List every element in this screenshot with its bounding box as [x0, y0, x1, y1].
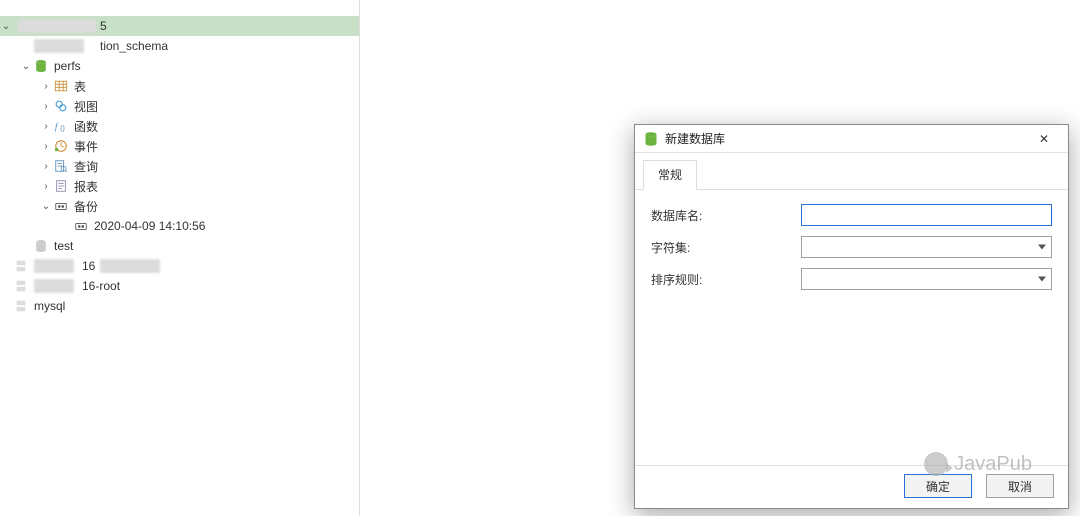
event-icon — [52, 139, 70, 153]
query-icon — [52, 159, 70, 173]
connection-tree-sidebar: ⌄ 5 tion_schema ⌄ perfs › 表 — [0, 0, 360, 516]
database-icon — [643, 131, 659, 147]
expander-icon[interactable]: › — [40, 121, 52, 132]
database-grey-icon — [32, 239, 50, 253]
tree-item-backup[interactable]: ⌄ 备份 — [0, 196, 359, 216]
tree-connection-row-3[interactable]: 16-root — [0, 276, 359, 296]
tree-item-label: perfs — [52, 59, 81, 73]
table-icon — [52, 79, 70, 93]
tree-item-label: 备份 — [72, 198, 98, 215]
svg-text:f: f — [55, 122, 59, 133]
ok-button[interactable]: 确定 — [904, 474, 972, 498]
collation-select[interactable] — [801, 268, 1052, 290]
dialog-body: 数据库名: 字符集: 排序规则: — [635, 190, 1068, 465]
tree-item-label: 报表 — [72, 178, 98, 195]
tree-item-events[interactable]: › 事件 — [0, 136, 359, 156]
expander-icon[interactable]: › — [40, 161, 52, 172]
expander-icon[interactable]: › — [40, 181, 52, 192]
form-row-dbname: 数据库名: — [651, 204, 1052, 226]
database-icon — [32, 59, 50, 73]
tree-item-label: 2020-04-09 14:10:56 — [92, 219, 205, 233]
connection-grey-icon — [12, 279, 30, 293]
tree-connection-row[interactable]: ⌄ 5 — [0, 16, 359, 36]
tree-item-queries[interactable]: › 查询 — [0, 156, 359, 176]
new-database-dialog: 新建数据库 ✕ 常规 数据库名: 字符集: 排序规则: 确定 取消 — [634, 124, 1069, 509]
expander-icon[interactable]: ⌄ — [40, 201, 52, 212]
connection-tree: ⌄ 5 tion_schema ⌄ perfs › 表 — [0, 0, 359, 316]
tree-item-label: mysql — [32, 299, 65, 313]
form-row-collation: 排序规则: — [651, 268, 1052, 290]
tree-item-schema[interactable]: tion_schema — [0, 36, 359, 56]
tree-item-label: 视图 — [72, 98, 98, 115]
view-icon — [52, 99, 70, 113]
db-name-input[interactable] — [801, 204, 1052, 226]
dialog-tabs: 常规 — [635, 153, 1068, 190]
connection-grey-icon — [12, 299, 30, 313]
tree-item-label: 函数 — [72, 118, 98, 135]
tree-item-tables[interactable]: › 表 — [0, 76, 359, 96]
tree-connection-mysql[interactable]: mysql — [0, 296, 359, 316]
tree-item-label: 查询 — [72, 158, 98, 175]
charset-select[interactable] — [801, 236, 1052, 258]
function-icon: f() — [52, 119, 70, 133]
close-icon: ✕ — [1039, 132, 1049, 146]
report-icon — [52, 179, 70, 193]
dialog-title: 新建数据库 — [665, 130, 1026, 147]
dialog-titlebar[interactable]: 新建数据库 ✕ — [635, 125, 1068, 153]
tree-item-label: test — [52, 239, 73, 253]
form-row-charset: 字符集: — [651, 236, 1052, 258]
db-name-label: 数据库名: — [651, 207, 801, 224]
connection-grey-icon — [12, 259, 30, 273]
close-button[interactable]: ✕ — [1026, 129, 1062, 149]
collation-label: 排序规则: — [651, 271, 801, 288]
tree-item-label: 事件 — [72, 138, 98, 155]
dialog-button-bar: 确定 取消 — [635, 465, 1068, 508]
tree-item-perfs[interactable]: ⌄ perfs — [0, 56, 359, 76]
backup-icon — [52, 199, 70, 213]
tree-item-test[interactable]: test — [0, 236, 359, 256]
tree-item-views[interactable]: › 视图 — [0, 96, 359, 116]
tree-connection-row-2[interactable]: 16 — [0, 256, 359, 276]
tree-item-label: 表 — [72, 78, 86, 95]
cancel-button[interactable]: 取消 — [986, 474, 1054, 498]
backup-file-icon — [72, 219, 90, 233]
expander-icon[interactable]: › — [40, 101, 52, 112]
tab-general[interactable]: 常规 — [643, 160, 697, 190]
expander-icon[interactable]: ⌄ — [20, 61, 32, 72]
tree-item-functions[interactable]: › f() 函数 — [0, 116, 359, 136]
charset-label: 字符集: — [651, 239, 801, 256]
tree-item-backup-file[interactable]: 2020-04-09 14:10:56 — [0, 216, 359, 236]
expander-icon[interactable]: › — [40, 81, 52, 92]
tree-item-reports[interactable]: › 报表 — [0, 176, 359, 196]
expander-icon[interactable]: › — [40, 141, 52, 152]
expander-icon[interactable]: ⌄ — [0, 21, 12, 32]
svg-text:(): () — [60, 125, 65, 132]
